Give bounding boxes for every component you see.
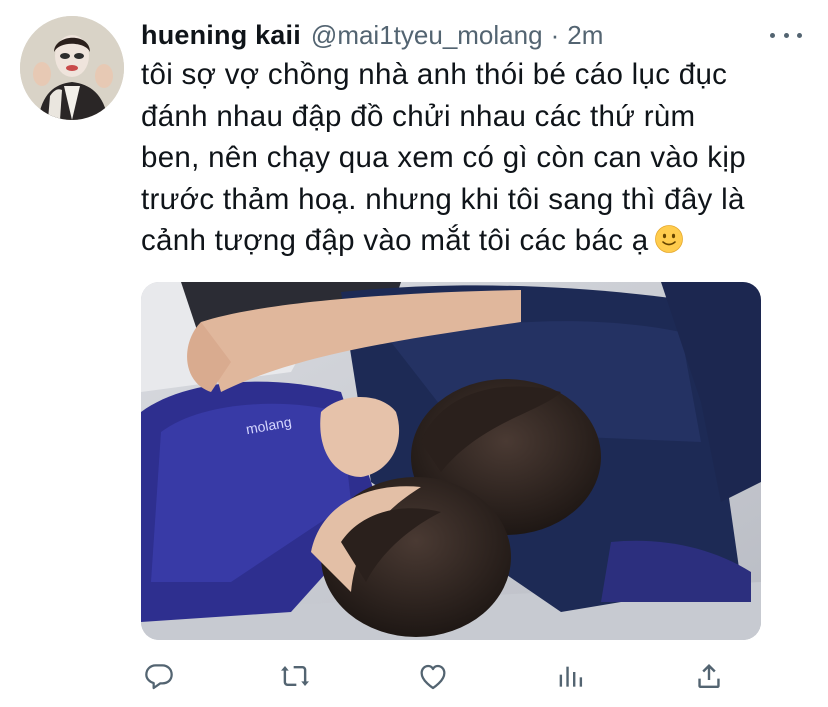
tweet-actions	[141, 654, 731, 698]
retweet-button[interactable]	[273, 654, 317, 698]
tweet-text-line: tôi sợ vợ chồng nhà anh thói bé cáo lục …	[141, 58, 728, 91]
separator: ·	[550, 19, 560, 50]
tweet-text-line: ben, nên chạy qua xem có gì còn can vào …	[141, 141, 746, 174]
analytics-icon	[559, 666, 583, 687]
avatar-image	[20, 16, 124, 120]
tweet-text-line: trước thảm hoạ. nhưng khi tôi sang thì đ…	[141, 182, 745, 216]
more-options-icon[interactable]	[770, 28, 802, 42]
avatar[interactable]	[20, 16, 124, 120]
tweet-text-line: cảnh tượng đập vào mắt tôi các bác ạ	[141, 224, 649, 257]
tweet-time[interactable]: 2m	[567, 20, 603, 51]
author-handle[interactable]: @mai1tyeu_molang	[311, 20, 543, 51]
retweet-icon	[281, 666, 309, 686]
tweet-header: huening kaii @mai1tyeu_molang · 2m	[141, 14, 603, 56]
photo-image: molang	[141, 282, 761, 640]
reply-button[interactable]	[137, 654, 181, 698]
share-icon	[698, 664, 720, 688]
analytics-button[interactable]	[549, 654, 593, 698]
tweet-text-line: đánh nhau đập đồ chửi nhau các thứ rùm	[141, 99, 696, 133]
smiling-face-emoji-icon	[655, 225, 684, 253]
share-button[interactable]	[687, 654, 731, 698]
tweet-text-line-last: cảnh tượng đập vào mắt tôi các bác ạ	[141, 220, 816, 262]
like-button[interactable]	[411, 654, 455, 698]
reply-icon	[145, 664, 173, 690]
tweet-text: tôi sợ vợ chồng nhà anh thói bé cáo lục …	[141, 54, 816, 262]
tweet-media-photo[interactable]: molang	[141, 282, 761, 640]
author-name[interactable]: huening kaii	[141, 20, 301, 51]
like-icon	[420, 664, 446, 690]
